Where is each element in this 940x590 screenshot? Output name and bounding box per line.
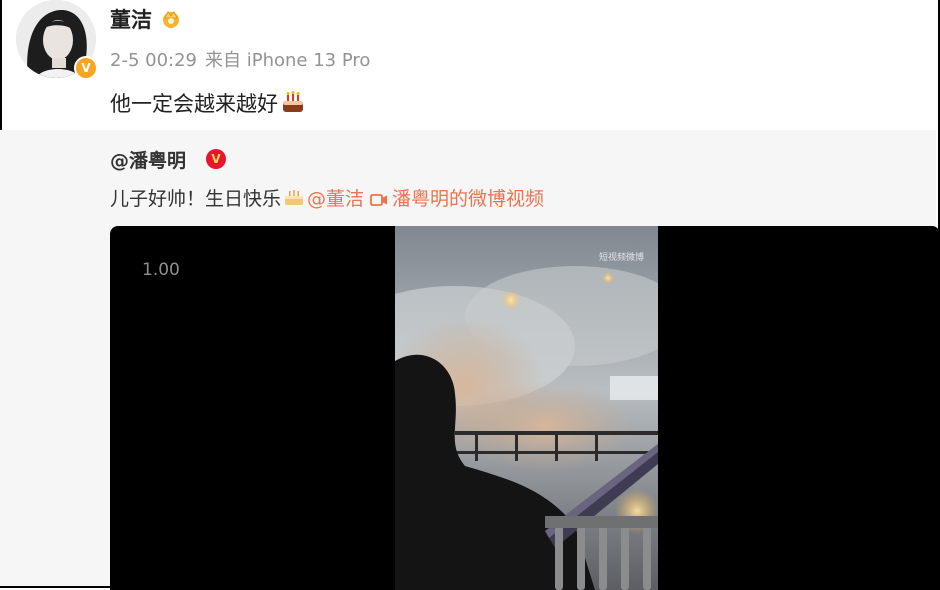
video-player[interactable]: 1.00 短视频微博 xyxy=(110,226,940,590)
repost-text-content: 儿子好帅！生日快乐 xyxy=(110,188,282,210)
verified-red-icon: V xyxy=(206,149,226,169)
post-text-content: 他一定会越来越好 xyxy=(110,92,278,116)
video-link-icon[interactable] xyxy=(370,191,388,213)
post-meta: 2-5 00:29 来自 iPhone 13 Pro xyxy=(110,46,370,72)
video-link[interactable]: 潘粤明的微博视频 xyxy=(392,188,544,210)
original-author-link[interactable]: @潘粤明 xyxy=(110,146,186,173)
video-watermark: 短视频微博 xyxy=(598,253,644,263)
post-source: 来自 iPhone 13 Pro xyxy=(205,50,371,71)
video-frame-image xyxy=(395,226,658,590)
post-date[interactable]: 2-5 00:29 xyxy=(110,50,197,71)
author-name[interactable]: 董洁 xyxy=(110,4,152,34)
playback-speed[interactable]: 1.00 xyxy=(142,260,180,280)
cake-emoji-icon xyxy=(280,90,306,119)
verified-icon: V xyxy=(74,56,98,80)
repost-text: 儿子好帅！生日快乐 @董洁 潘粤明的微博视频 xyxy=(110,184,544,213)
vip-crown-icon[interactable] xyxy=(160,8,182,34)
small-cake-emoji-icon xyxy=(283,187,305,212)
video-frame: 短视频微博 xyxy=(395,226,658,590)
post-text: 他一定会越来越好 xyxy=(110,88,306,119)
mention-link[interactable]: @董洁 xyxy=(307,188,364,210)
